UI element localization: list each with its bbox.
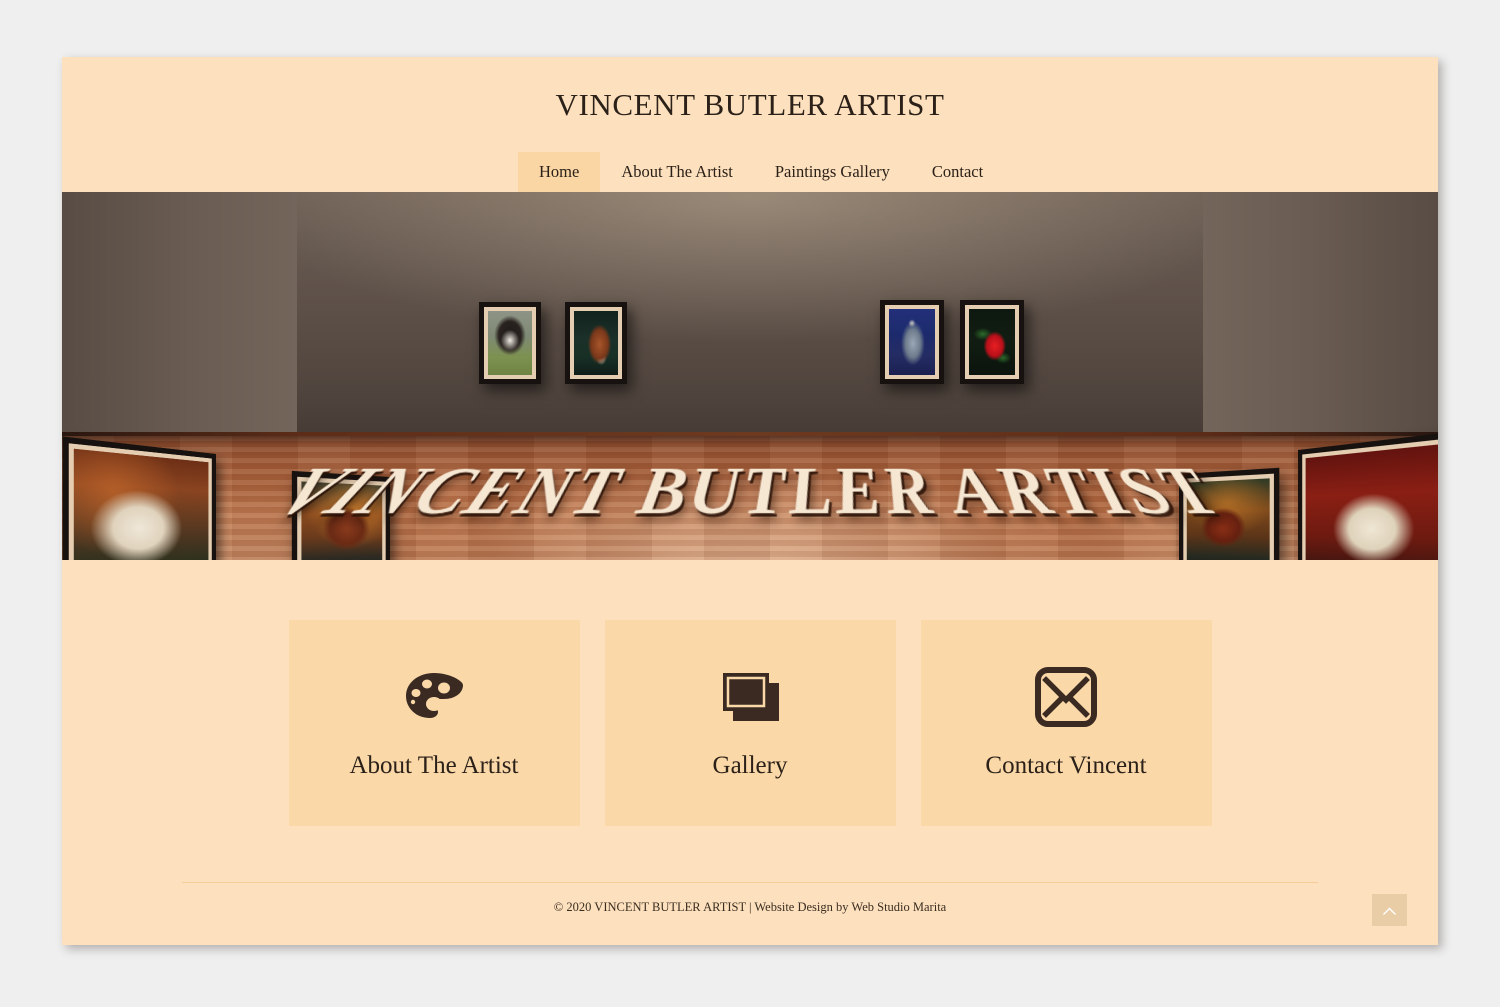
nav-item-about-the-artist[interactable]: About The Artist (600, 152, 754, 192)
painting-mat (885, 305, 939, 379)
grey-horse-with-saddle-painting (1298, 431, 1438, 560)
painting-canvas (889, 309, 935, 375)
painting-canvas (73, 448, 209, 560)
card-label: Gallery (712, 752, 788, 779)
gallery-room-image: VINCENT BUTLER ARTIST (62, 192, 1438, 560)
painting-mat (297, 476, 386, 560)
painting-canvas (969, 309, 1015, 375)
border-collie-dog-painting (479, 302, 541, 384)
page-sheet: VINCENT BUTLER ARTIST Home About The Art… (62, 57, 1438, 945)
painting-mat (68, 443, 212, 560)
painting-mat (965, 305, 1019, 379)
painting-mat (484, 307, 536, 379)
gallery-right-wall (1203, 192, 1438, 444)
painting-canvas (1186, 478, 1270, 560)
hero-banner: VINCENT BUTLER ARTIST (62, 192, 1438, 560)
scroll-to-top-button[interactable] (1372, 894, 1407, 926)
feature-cards: About The Artist Gallery Contact Vincent (62, 560, 1438, 826)
site-footer: © 2020 VINCENT BUTLER ARTIST | Website D… (182, 882, 1318, 915)
painting-canvas (301, 481, 383, 560)
nav-item-contact[interactable]: Contact (911, 152, 1004, 192)
gallery-left-wall (62, 192, 297, 444)
card-gallery[interactable]: Gallery (604, 620, 896, 826)
card-label: Contact Vincent (985, 752, 1147, 779)
painting-mat (1183, 473, 1274, 560)
palette-icon (403, 666, 465, 728)
white-horse-grazing-painting (62, 436, 217, 560)
card-about-the-artist[interactable]: About The Artist (288, 620, 580, 826)
nav-item-home[interactable]: Home (518, 152, 601, 192)
painting-mat (570, 307, 622, 379)
red-rose-painting (960, 300, 1024, 384)
main-navigation: Home About The Artist Paintings Gallery … (62, 152, 1438, 192)
photos-stack-icon (719, 666, 781, 728)
painting-canvas (488, 311, 532, 375)
footer-copyright-text: © 2020 VINCENT BUTLER ARTIST | Website D… (553, 900, 947, 914)
knight-helmet-painting (880, 300, 944, 384)
site-header: VINCENT BUTLER ARTIST (62, 57, 1438, 152)
nav-item-paintings-gallery[interactable]: Paintings Gallery (754, 152, 911, 192)
bay-horse-standing-painting (291, 470, 390, 560)
card-contact-vincent[interactable]: Contact Vincent (920, 620, 1212, 826)
horse-head-portrait-painting (565, 302, 627, 384)
painting-canvas (1305, 443, 1438, 560)
painting-mat (1302, 438, 1438, 560)
bay-horse-walking-painting (1179, 467, 1280, 560)
envelope-icon (1035, 666, 1097, 728)
card-label: About The Artist (349, 752, 519, 779)
chevron-up-icon (1381, 905, 1398, 916)
painting-canvas (574, 311, 618, 375)
site-title: VINCENT BUTLER ARTIST (555, 86, 945, 122)
